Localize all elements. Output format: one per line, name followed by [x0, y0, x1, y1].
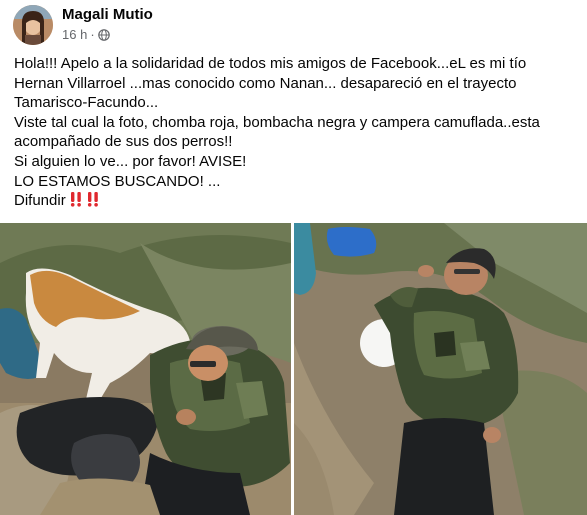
post-text-line: LO ESTAMOS BUSCANDO! ...: [14, 172, 221, 190]
double-exclamation-icon: [69, 191, 83, 213]
post-text-line: Viste tal cual la foto, chomba roja, bom…: [14, 113, 540, 131]
post-text-line: Hola!!! Apelo a la solidaridad de todos …: [14, 55, 527, 72]
globe-icon[interactable]: [97, 28, 110, 41]
avatar[interactable]: [13, 5, 53, 45]
post-text-line: Difundir: [14, 192, 66, 210]
post-meta: 16 h ·: [62, 27, 110, 42]
double-exclamation-icon: [86, 191, 100, 213]
post-text-line: acompañado de sus dos perros!!: [14, 133, 233, 151]
post-text-line: Hernan Villarroel ...mas conocido como N…: [14, 74, 517, 92]
author-name[interactable]: Magali Mutio: [62, 6, 153, 23]
post-text-line: Tamarisco-Facundo...: [14, 94, 159, 112]
post-text-line: Si alguien lo ve... por favor! AVISE!: [14, 152, 247, 170]
post-text: Hola!!! Apelo a la solidaridad de todos …: [14, 54, 579, 213]
photo-grid: [0, 223, 587, 515]
post-header: Magali Mutio 16 h ·: [0, 0, 587, 52]
photo-man-lying-on-ground[interactable]: [294, 223, 587, 515]
post-time[interactable]: 16 h: [62, 27, 87, 42]
post-text-last-line: Difundir: [14, 191, 579, 213]
photo-man-with-dogs[interactable]: [0, 223, 291, 515]
